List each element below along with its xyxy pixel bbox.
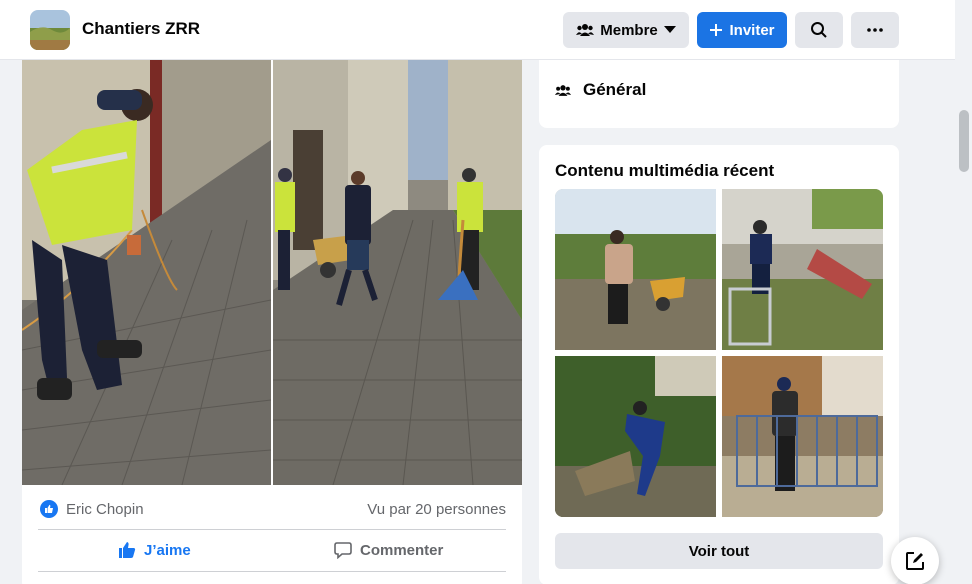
new-message-button[interactable]	[891, 537, 939, 584]
group-cover-thumbnail[interactable]	[30, 10, 70, 50]
see-all-button[interactable]: Voir tout	[555, 533, 883, 569]
more-icon	[867, 28, 883, 32]
caret-down-icon	[663, 26, 676, 33]
comment-button[interactable]: Commenter	[334, 532, 443, 568]
members-icon	[555, 84, 571, 96]
post-reactions[interactable]: Eric Chopin	[40, 500, 144, 518]
media-thumbnail[interactable]	[555, 189, 716, 350]
general-item[interactable]: Général	[555, 80, 646, 100]
group-info-card: Général	[539, 60, 899, 128]
like-button-label: J’aime	[144, 541, 191, 559]
comment-icon	[334, 542, 352, 559]
like-button[interactable]: J’aime	[118, 532, 191, 568]
recent-media-card: Contenu multimédia récent Voir tout	[539, 145, 899, 584]
group-header: Chantiers ZRR Membre Inviter	[0, 0, 955, 60]
recent-media-grid	[555, 189, 883, 517]
reactor-name: Eric Chopin	[66, 500, 144, 518]
search-button[interactable]	[795, 12, 843, 48]
general-label: Général	[583, 80, 647, 99]
like-reaction-icon	[40, 500, 58, 518]
invite-button[interactable]: Inviter	[697, 12, 787, 48]
media-thumbnail[interactable]	[555, 356, 716, 517]
member-button-label: Membre	[600, 21, 658, 39]
compose-icon	[906, 552, 924, 570]
members-icon	[576, 24, 595, 36]
media-thumbnail[interactable]	[722, 189, 883, 350]
group-name[interactable]: Chantiers ZRR	[82, 19, 200, 39]
media-thumbnail[interactable]	[722, 356, 883, 517]
more-options-button[interactable]	[851, 12, 899, 48]
plus-icon	[710, 24, 723, 36]
group-post: Eric Chopin Vu par 20 personnes J’aime C…	[22, 60, 522, 584]
post-photo-2[interactable]	[273, 60, 522, 485]
invite-button-label: Inviter	[729, 21, 775, 39]
post-photo-1[interactable]	[22, 60, 271, 485]
comment-button-label: Commenter	[360, 541, 444, 559]
recent-media-title: Contenu multimédia récent	[555, 161, 775, 180]
scrollbar-thumb[interactable]	[959, 110, 969, 172]
divider	[38, 571, 506, 572]
member-button[interactable]: Membre	[563, 12, 689, 48]
scrollbar-track[interactable]	[955, 0, 972, 584]
divider	[38, 529, 506, 530]
thumbs-up-icon	[119, 542, 136, 558]
search-icon	[811, 22, 827, 38]
seen-by-count[interactable]: Vu par 20 personnes	[367, 501, 506, 518]
